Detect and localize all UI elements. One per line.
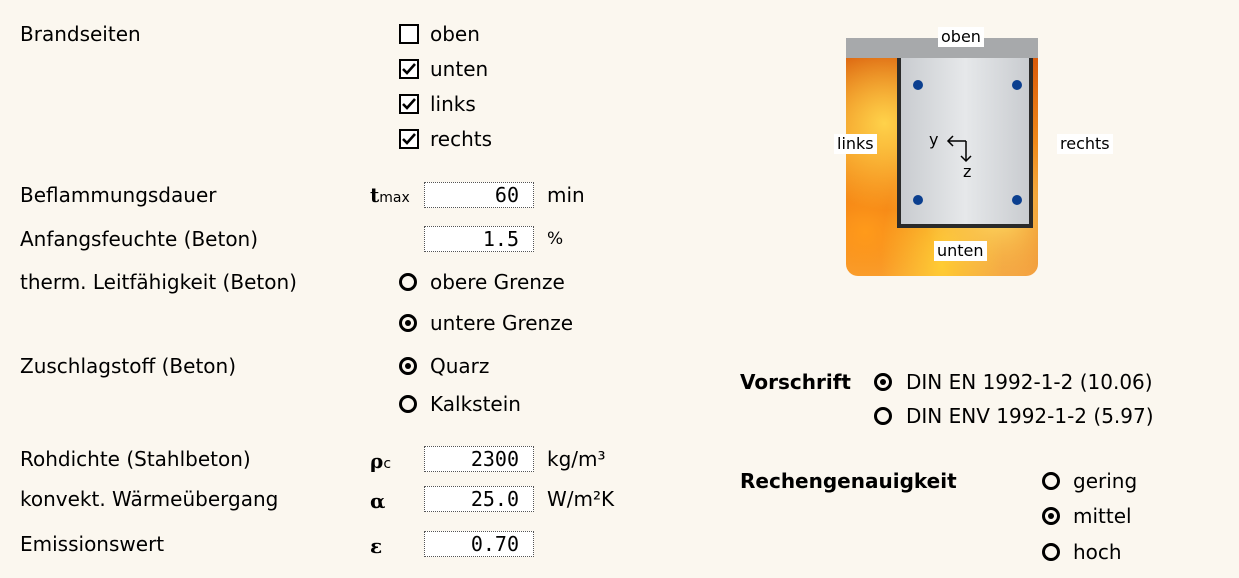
rohdichte-label: Rohdichte (Stahlbeton) [20, 447, 251, 471]
checkbox-links[interactable] [399, 94, 419, 114]
axis-z-label: z [963, 162, 972, 181]
checkbox-oben[interactable] [399, 24, 419, 44]
waermeuebergang-label: konvekt. Wärmeübergang [20, 487, 279, 511]
radio-din-env-label: DIN ENV 1992-1-2 (5.97) [906, 404, 1154, 428]
axis-arrows-icon [946, 135, 972, 163]
radio-untere-grenze[interactable] [399, 314, 417, 332]
checkmark-icon [402, 133, 416, 145]
radio-gering[interactable] [1042, 472, 1060, 490]
rohdichte-unit: kg/m³ [547, 447, 606, 471]
checkbox-oben-label: oben [430, 22, 480, 46]
leitfaehigkeit-label: therm. Leitfähigkeit (Beton) [20, 270, 297, 294]
waermeuebergang-unit: W/m²K [547, 487, 615, 511]
radio-obere-grenze-label: obere Grenze [430, 270, 565, 294]
radio-mittel[interactable] [1042, 507, 1060, 525]
checkmark-icon [402, 63, 416, 75]
radio-gering-label: gering [1073, 469, 1138, 493]
diagram-label-rechts: rechts [1057, 134, 1113, 154]
radio-hoch[interactable] [1042, 543, 1060, 561]
rohdichte-input[interactable]: 2300 [424, 446, 534, 472]
radio-din-en-label: DIN EN 1992-1-2 (10.06) [906, 370, 1153, 394]
radio-din-env[interactable] [874, 407, 892, 425]
checkbox-rechts-label: rechts [430, 127, 493, 151]
checkbox-unten[interactable] [399, 59, 419, 79]
anfangsfeuchte-label: Anfangsfeuchte (Beton) [20, 227, 259, 251]
radio-kalkstein[interactable] [399, 395, 417, 413]
alpha-symbol: α [370, 489, 386, 513]
radio-quarz-label: Quarz [430, 354, 490, 378]
beflammungsdauer-unit: min [547, 183, 585, 207]
axis-y-label: y [929, 130, 939, 149]
radio-mittel-label: mittel [1073, 504, 1132, 528]
radio-untere-grenze-label: untere Grenze [430, 311, 574, 335]
checkmark-icon [402, 98, 416, 110]
rebar-top-right [1012, 80, 1022, 90]
diagram-label-unten: unten [934, 241, 987, 261]
beflammungsdauer-input[interactable]: 60 [424, 182, 534, 208]
checkbox-unten-label: unten [430, 57, 489, 81]
rho-c-symbol: ρc [370, 449, 392, 473]
rebar-top-left [913, 80, 923, 90]
radio-quarz[interactable] [399, 357, 417, 375]
beflammungsdauer-label: Beflammungsdauer [20, 183, 217, 207]
anfangsfeuchte-input[interactable]: 1.5 [424, 226, 534, 252]
rebar-bottom-right [1012, 195, 1022, 205]
epsilon-symbol: ε [370, 534, 383, 558]
radio-hoch-label: hoch [1073, 540, 1122, 564]
rebar-bottom-left [913, 195, 923, 205]
diagram-label-links: links [834, 134, 877, 154]
checkbox-links-label: links [430, 92, 476, 116]
vorschrift-label: Vorschrift [740, 370, 851, 394]
radio-obere-grenze[interactable] [399, 273, 417, 291]
diagram-label-oben: oben [938, 27, 984, 47]
radio-kalkstein-label: Kalkstein [430, 392, 521, 416]
checkbox-rechts[interactable] [399, 129, 419, 149]
emission-input[interactable]: 0.70 [424, 531, 534, 557]
radio-din-en[interactable] [874, 373, 892, 391]
waermeuebergang-input[interactable]: 25.0 [424, 486, 534, 512]
genauigkeit-label: Rechengenauigkeit [740, 469, 957, 493]
t-max-symbol: tmax [370, 183, 410, 207]
emission-label: Emissionswert [20, 532, 165, 556]
brandseiten-label: Brandseiten [20, 22, 141, 46]
zuschlagstoff-label: Zuschlagstoff (Beton) [20, 354, 236, 378]
anfangsfeuchte-unit: % [547, 229, 564, 249]
